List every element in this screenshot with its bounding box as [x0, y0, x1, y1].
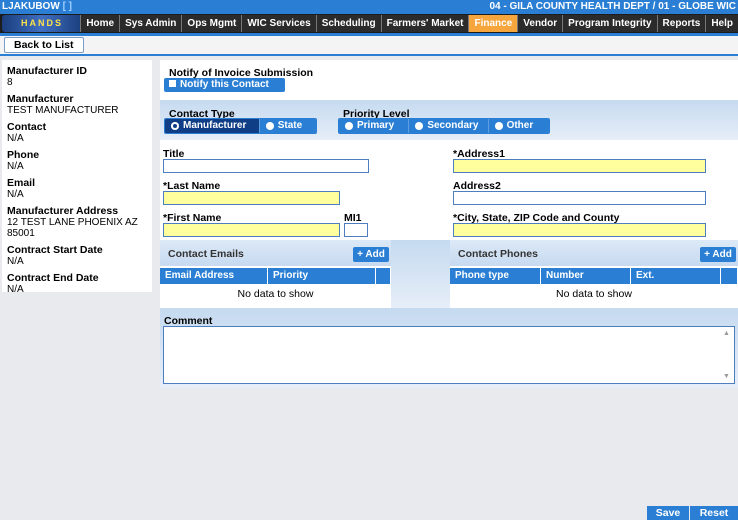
menu-scheduling[interactable]: Scheduling	[315, 15, 381, 32]
col-number[interactable]: Number	[541, 268, 631, 284]
menu-reports[interactable]: Reports	[656, 15, 706, 32]
last-name-input[interactable]	[163, 191, 340, 205]
detail-value: N/A	[7, 189, 24, 200]
contact-form: Notify of Invoice Submission Notify this…	[160, 60, 738, 390]
manufacturer-details-panel: Manufacturer ID 8 Manufacturer TEST MANU…	[2, 60, 152, 295]
sub-toolbar: Back to List	[0, 36, 738, 56]
grid-title: Contact Phones	[458, 248, 538, 260]
detail-label: Email	[7, 177, 36, 189]
menu-program-integrity[interactable]: Program Integrity	[562, 15, 657, 32]
col-priority[interactable]: Priority	[268, 268, 376, 284]
empty-message: No data to show	[237, 288, 314, 300]
notify-contact-toggle[interactable]: Notify this Contact	[164, 78, 285, 92]
grid-gap	[391, 240, 450, 308]
type-priority-band: Contact Type Manufacturer State Priority…	[160, 100, 738, 140]
menu-finance[interactable]: Finance	[468, 15, 518, 32]
notify-contact-label: Notify this Contact	[180, 79, 269, 90]
contact-emails-grid: Contact Emails + Add Email Address Prior…	[160, 240, 391, 308]
menu-help[interactable]: Help	[705, 15, 738, 32]
menu-farmers-market[interactable]: Farmers' Market	[380, 15, 469, 32]
option-label: State	[277, 120, 303, 131]
main-menu: Home Sys Admin Ops Mgmt WIC Services Sch…	[80, 15, 738, 32]
grid-header: Contact Emails + Add	[160, 240, 391, 266]
column-headers: Email Address Priority	[160, 268, 391, 284]
priority-secondary[interactable]: Secondary	[408, 119, 488, 133]
user-link[interactable]: [ ]	[63, 1, 72, 12]
menu-ops-mgmt[interactable]: Ops Mgmt	[181, 15, 242, 32]
option-label: Primary	[357, 120, 395, 131]
detail-label: Contract Start Date	[7, 244, 103, 256]
contact-type-selector: Manufacturer State	[164, 118, 317, 134]
scroll-down-icon[interactable]: ▼	[723, 373, 730, 380]
detail-value: N/A	[7, 256, 24, 267]
address1-input[interactable]	[453, 159, 706, 173]
detail-label: Contact	[7, 121, 47, 133]
title-input[interactable]	[163, 159, 369, 173]
comment-section: Comment ▲ ▼	[160, 308, 738, 388]
nav-row: HANDS Home Sys Admin Ops Mgmt WIC Servic…	[0, 14, 738, 33]
comment-scrollbar[interactable]: ▲ ▼	[722, 328, 733, 382]
detail-value: 8	[7, 77, 13, 88]
detail-label: Manufacturer ID	[7, 65, 87, 77]
notify-section: Notify of Invoice Submission Notify this…	[160, 60, 738, 100]
address2-input[interactable]	[453, 191, 706, 205]
col-spacer	[376, 268, 391, 284]
radio-icon	[265, 122, 274, 130]
col-phone-type[interactable]: Phone type	[450, 268, 541, 284]
detail-label: Contract End Date	[7, 272, 99, 284]
radio-icon	[415, 122, 424, 130]
column-headers: Phone type Number Ext.	[450, 268, 738, 284]
add-email-button[interactable]: + Add	[353, 247, 389, 262]
comment-textarea[interactable]: ▲ ▼	[163, 326, 735, 384]
save-button[interactable]: Save	[647, 506, 689, 520]
name-address-fields: Title *Last Name *First Name MI1 *Addres…	[160, 140, 738, 240]
back-to-list-button[interactable]: Back to List	[4, 37, 84, 53]
detail-value: TEST MANUFACTURER	[7, 105, 119, 116]
menu-vendor[interactable]: Vendor	[517, 15, 563, 32]
scroll-up-icon[interactable]: ▲	[723, 330, 730, 337]
col-email-address[interactable]: Email Address	[160, 268, 268, 284]
username: LJAKUBOW	[2, 1, 60, 12]
contact-type-state[interactable]: State	[258, 119, 316, 133]
detail-label: Manufacturer Address	[7, 205, 119, 217]
option-label: Secondary	[427, 120, 479, 131]
user-info: LJAKUBOW [ ]	[2, 1, 72, 12]
grid-title: Contact Emails	[168, 248, 244, 260]
checkbox-icon	[169, 80, 176, 87]
detail-label: Manufacturer	[7, 93, 74, 105]
radio-icon	[345, 122, 353, 130]
empty-message: No data to show	[556, 288, 632, 300]
radio-icon	[494, 122, 503, 130]
col-ext[interactable]: Ext.	[631, 268, 721, 284]
detail-label: Phone	[7, 149, 40, 161]
contact-type-manufacturer[interactable]: Manufacturer	[165, 119, 259, 133]
mi-input[interactable]	[344, 223, 368, 237]
detail-value: N/A	[7, 161, 24, 172]
priority-primary[interactable]: Primary	[339, 119, 409, 133]
reset-button[interactable]: Reset	[690, 506, 738, 520]
menu-wic-services[interactable]: WIC Services	[241, 15, 316, 32]
first-name-input[interactable]	[163, 223, 340, 237]
detail-value: N/A	[7, 133, 24, 144]
grid-header: Contact Phones + Add	[450, 240, 738, 266]
add-label: Add	[712, 249, 732, 260]
add-phone-button[interactable]: + Add	[700, 247, 736, 262]
col-spacer	[721, 268, 738, 284]
menu-sys-admin[interactable]: Sys Admin	[119, 15, 182, 32]
add-label: Add	[365, 249, 385, 260]
menu-home[interactable]: Home	[80, 15, 120, 32]
top-bar: LJAKUBOW [ ] 04 - GILA COUNTY HEALTH DEP…	[0, 0, 738, 14]
radio-icon	[171, 122, 179, 130]
priority-level-selector: Primary Secondary Other	[338, 118, 550, 134]
hands-logo: HANDS	[2, 15, 82, 32]
option-label: Manufacturer	[183, 120, 247, 131]
option-label: Other	[506, 120, 534, 131]
city-state-zip-input[interactable]	[453, 223, 706, 237]
priority-other[interactable]: Other	[487, 119, 549, 133]
clinic-name: 04 - GILA COUNTY HEALTH DEPT / 01 - GLOB…	[489, 1, 737, 12]
detail-value: 12 TEST LANE PHOENIX AZ 85001	[7, 217, 138, 239]
contact-phones-grid: Contact Phones + Add Phone type Number E…	[450, 240, 738, 308]
detail-value: N/A	[7, 284, 24, 295]
